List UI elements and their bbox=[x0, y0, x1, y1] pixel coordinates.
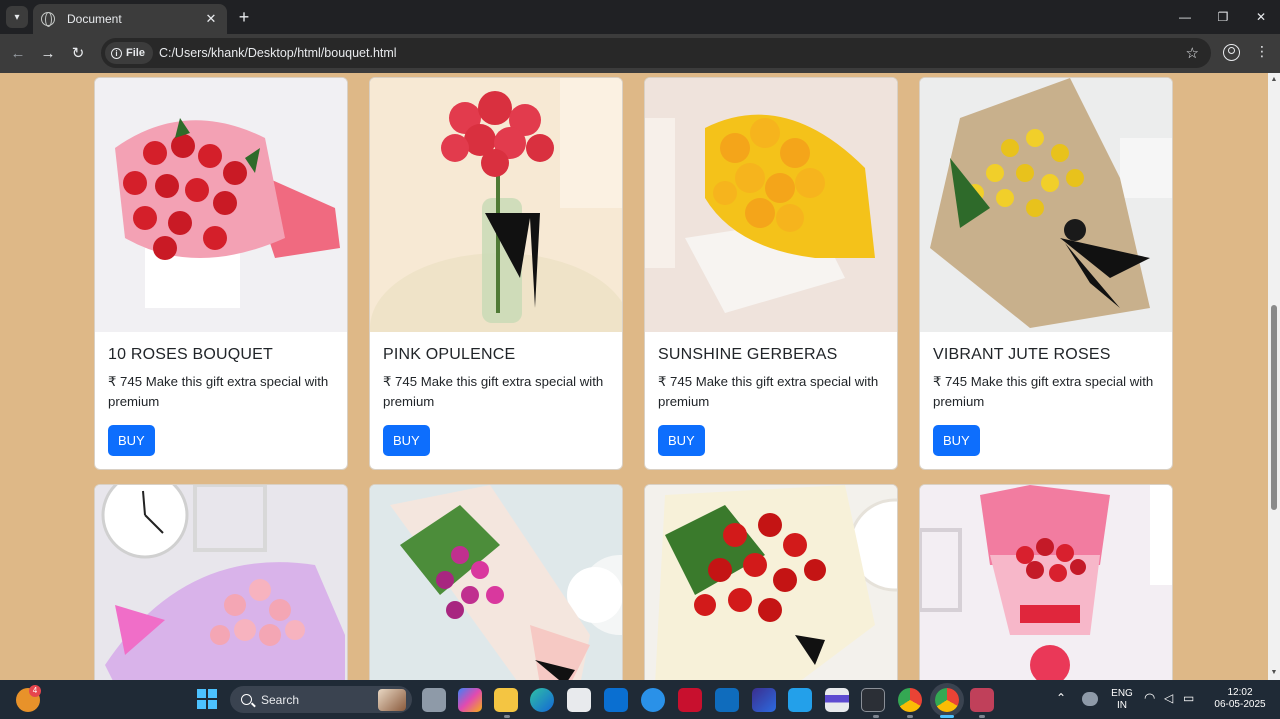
snipping-tool-icon[interactable] bbox=[970, 688, 994, 712]
site-info-chip[interactable]: i File bbox=[105, 42, 153, 64]
product-card bbox=[919, 484, 1173, 680]
task-view-icon[interactable] bbox=[422, 688, 446, 712]
new-tab-button[interactable]: + bbox=[234, 6, 254, 28]
product-image[interactable] bbox=[95, 78, 347, 332]
scroll-up-arrow-icon[interactable]: ▲ bbox=[1270, 76, 1278, 84]
browser-toolbar: ← → ↻ i File C:/Users/khank/Desktop/html… bbox=[0, 34, 1280, 73]
browser-menu-icon[interactable]: ⋮ bbox=[1254, 43, 1270, 63]
language-indicator[interactable]: ENG IN bbox=[1110, 688, 1134, 712]
tab-strip: ▾ Document ✕ + — ❐ ✕ bbox=[0, 0, 1280, 34]
chrome-icon[interactable] bbox=[898, 688, 922, 712]
product-description: ₹ 745 Make this gift extra special with … bbox=[658, 374, 879, 409]
wifi-icon[interactable]: ◠ bbox=[1144, 691, 1155, 704]
product-card bbox=[369, 484, 623, 680]
running-indicator bbox=[873, 715, 879, 718]
running-indicator bbox=[907, 715, 913, 718]
product-title: 10 ROSES BOUQUET bbox=[108, 346, 274, 363]
vscode-icon[interactable] bbox=[788, 688, 812, 712]
minimize-button[interactable]: — bbox=[1166, 0, 1204, 34]
mcafee-icon[interactable] bbox=[678, 688, 702, 712]
reload-button[interactable]: ↻ bbox=[66, 41, 90, 65]
tray-overflow-chevron-icon[interactable]: ⌃ bbox=[1056, 692, 1066, 704]
flag-app-icon[interactable] bbox=[825, 688, 849, 712]
product-title: VIBRANT JUTE ROSES bbox=[933, 346, 1111, 363]
search-icon bbox=[241, 694, 252, 705]
copilot-icon[interactable] bbox=[458, 688, 482, 712]
scroll-down-arrow-icon[interactable]: ▼ bbox=[1270, 669, 1278, 677]
running-indicator bbox=[979, 715, 985, 718]
buy-button[interactable]: BUY bbox=[933, 425, 980, 456]
product-card: SUNSHINE GERBERAS ₹ 745 Make this gift e… bbox=[644, 77, 898, 470]
terminal-icon[interactable] bbox=[861, 688, 885, 712]
product-description: ₹ 745 Make this gift extra special with … bbox=[933, 374, 1154, 409]
page-scrollbar[interactable]: ▲ ▼ bbox=[1268, 73, 1280, 680]
url-text[interactable]: C:/Users/khank/Desktop/html/bouquet.html bbox=[159, 46, 1186, 60]
region-code: IN bbox=[1117, 700, 1127, 711]
product-card: 10 ROSES BOUQUET ₹ 745 Make this gift ex… bbox=[94, 77, 348, 470]
buy-button[interactable]: BUY bbox=[658, 425, 705, 456]
buy-button[interactable]: BUY bbox=[383, 425, 430, 456]
scrollbar-thumb[interactable] bbox=[1271, 305, 1277, 510]
product-card: VIBRANT JUTE ROSES ₹ 745 Make this gift … bbox=[919, 77, 1173, 470]
product-title: SUNSHINE GERBERAS bbox=[658, 346, 838, 363]
window-close-button[interactable]: ✕ bbox=[1242, 0, 1280, 34]
product-image[interactable] bbox=[370, 485, 622, 680]
weather-icon[interactable] bbox=[641, 688, 665, 712]
product-image[interactable] bbox=[920, 485, 1172, 680]
clock[interactable]: 12:02 06-05-2025 bbox=[1208, 687, 1272, 711]
tab-search-chevron-icon[interactable]: ▾ bbox=[6, 6, 28, 28]
windows-start-icon[interactable] bbox=[196, 688, 218, 710]
tab-close-icon[interactable]: ✕ bbox=[203, 11, 219, 27]
chrome-active-icon[interactable] bbox=[935, 688, 959, 712]
tab-title: Document bbox=[67, 12, 122, 26]
search-highlight-image bbox=[378, 688, 406, 711]
back-button[interactable]: ← bbox=[6, 41, 30, 65]
mahp-app-icon[interactable] bbox=[604, 688, 628, 712]
maximize-button[interactable]: ❐ bbox=[1204, 0, 1242, 34]
file-explorer-icon[interactable] bbox=[494, 688, 518, 712]
page-viewport: 10 ROSES BOUQUET ₹ 745 Make this gift ex… bbox=[0, 73, 1268, 680]
tab-document[interactable]: Document ✕ bbox=[33, 4, 227, 34]
taskbar-search-label: Search bbox=[261, 692, 300, 707]
profile-icon[interactable] bbox=[1223, 44, 1240, 61]
product-card bbox=[94, 484, 348, 680]
clock-date: 06-05-2025 bbox=[1214, 699, 1266, 710]
battery-icon[interactable]: ▭ bbox=[1183, 692, 1194, 704]
product-description: ₹ 745 Make this gift extra special with … bbox=[383, 374, 604, 409]
buy-button[interactable]: BUY bbox=[108, 425, 155, 456]
product-card: PINK OPULENCE ₹ 745 Make this gift extra… bbox=[369, 77, 623, 470]
product-card bbox=[644, 484, 898, 680]
product-image[interactable] bbox=[920, 78, 1172, 332]
forward-button[interactable]: → bbox=[36, 41, 60, 65]
running-indicator bbox=[504, 715, 510, 718]
product-image[interactable] bbox=[370, 78, 622, 332]
windows-taskbar: 4 Search ⌃ ENG IN ◠ ◁ ▭ 12:02 06-05-2025 bbox=[0, 680, 1280, 719]
globe-icon bbox=[41, 12, 55, 27]
product-image[interactable] bbox=[645, 485, 897, 680]
product-image[interactable] bbox=[645, 78, 897, 332]
info-icon: i bbox=[111, 47, 122, 59]
volume-icon[interactable]: ◁ bbox=[1164, 692, 1173, 704]
product-title: PINK OPULENCE bbox=[383, 346, 516, 363]
edge-icon[interactable] bbox=[530, 688, 554, 712]
copilot-app-icon[interactable] bbox=[752, 688, 776, 712]
active-indicator bbox=[940, 715, 954, 718]
bookmark-star-icon[interactable]: ☆ bbox=[1186, 44, 1199, 62]
address-bar[interactable]: i File C:/Users/khank/Desktop/html/bouqu… bbox=[101, 38, 1211, 68]
site-info-label: File bbox=[126, 47, 145, 59]
product-description: ₹ 745 Make this gift extra special with … bbox=[108, 374, 329, 409]
language-code: ENG bbox=[1111, 688, 1133, 699]
product-image[interactable] bbox=[95, 485, 347, 680]
notification-badge: 4 bbox=[29, 685, 41, 697]
microsoft-store-icon[interactable] bbox=[567, 688, 591, 712]
clock-time: 12:02 bbox=[1227, 687, 1253, 698]
onedrive-icon[interactable] bbox=[1082, 692, 1098, 706]
taskbar-search-box[interactable]: Search bbox=[230, 686, 412, 713]
outlook-icon[interactable] bbox=[715, 688, 739, 712]
